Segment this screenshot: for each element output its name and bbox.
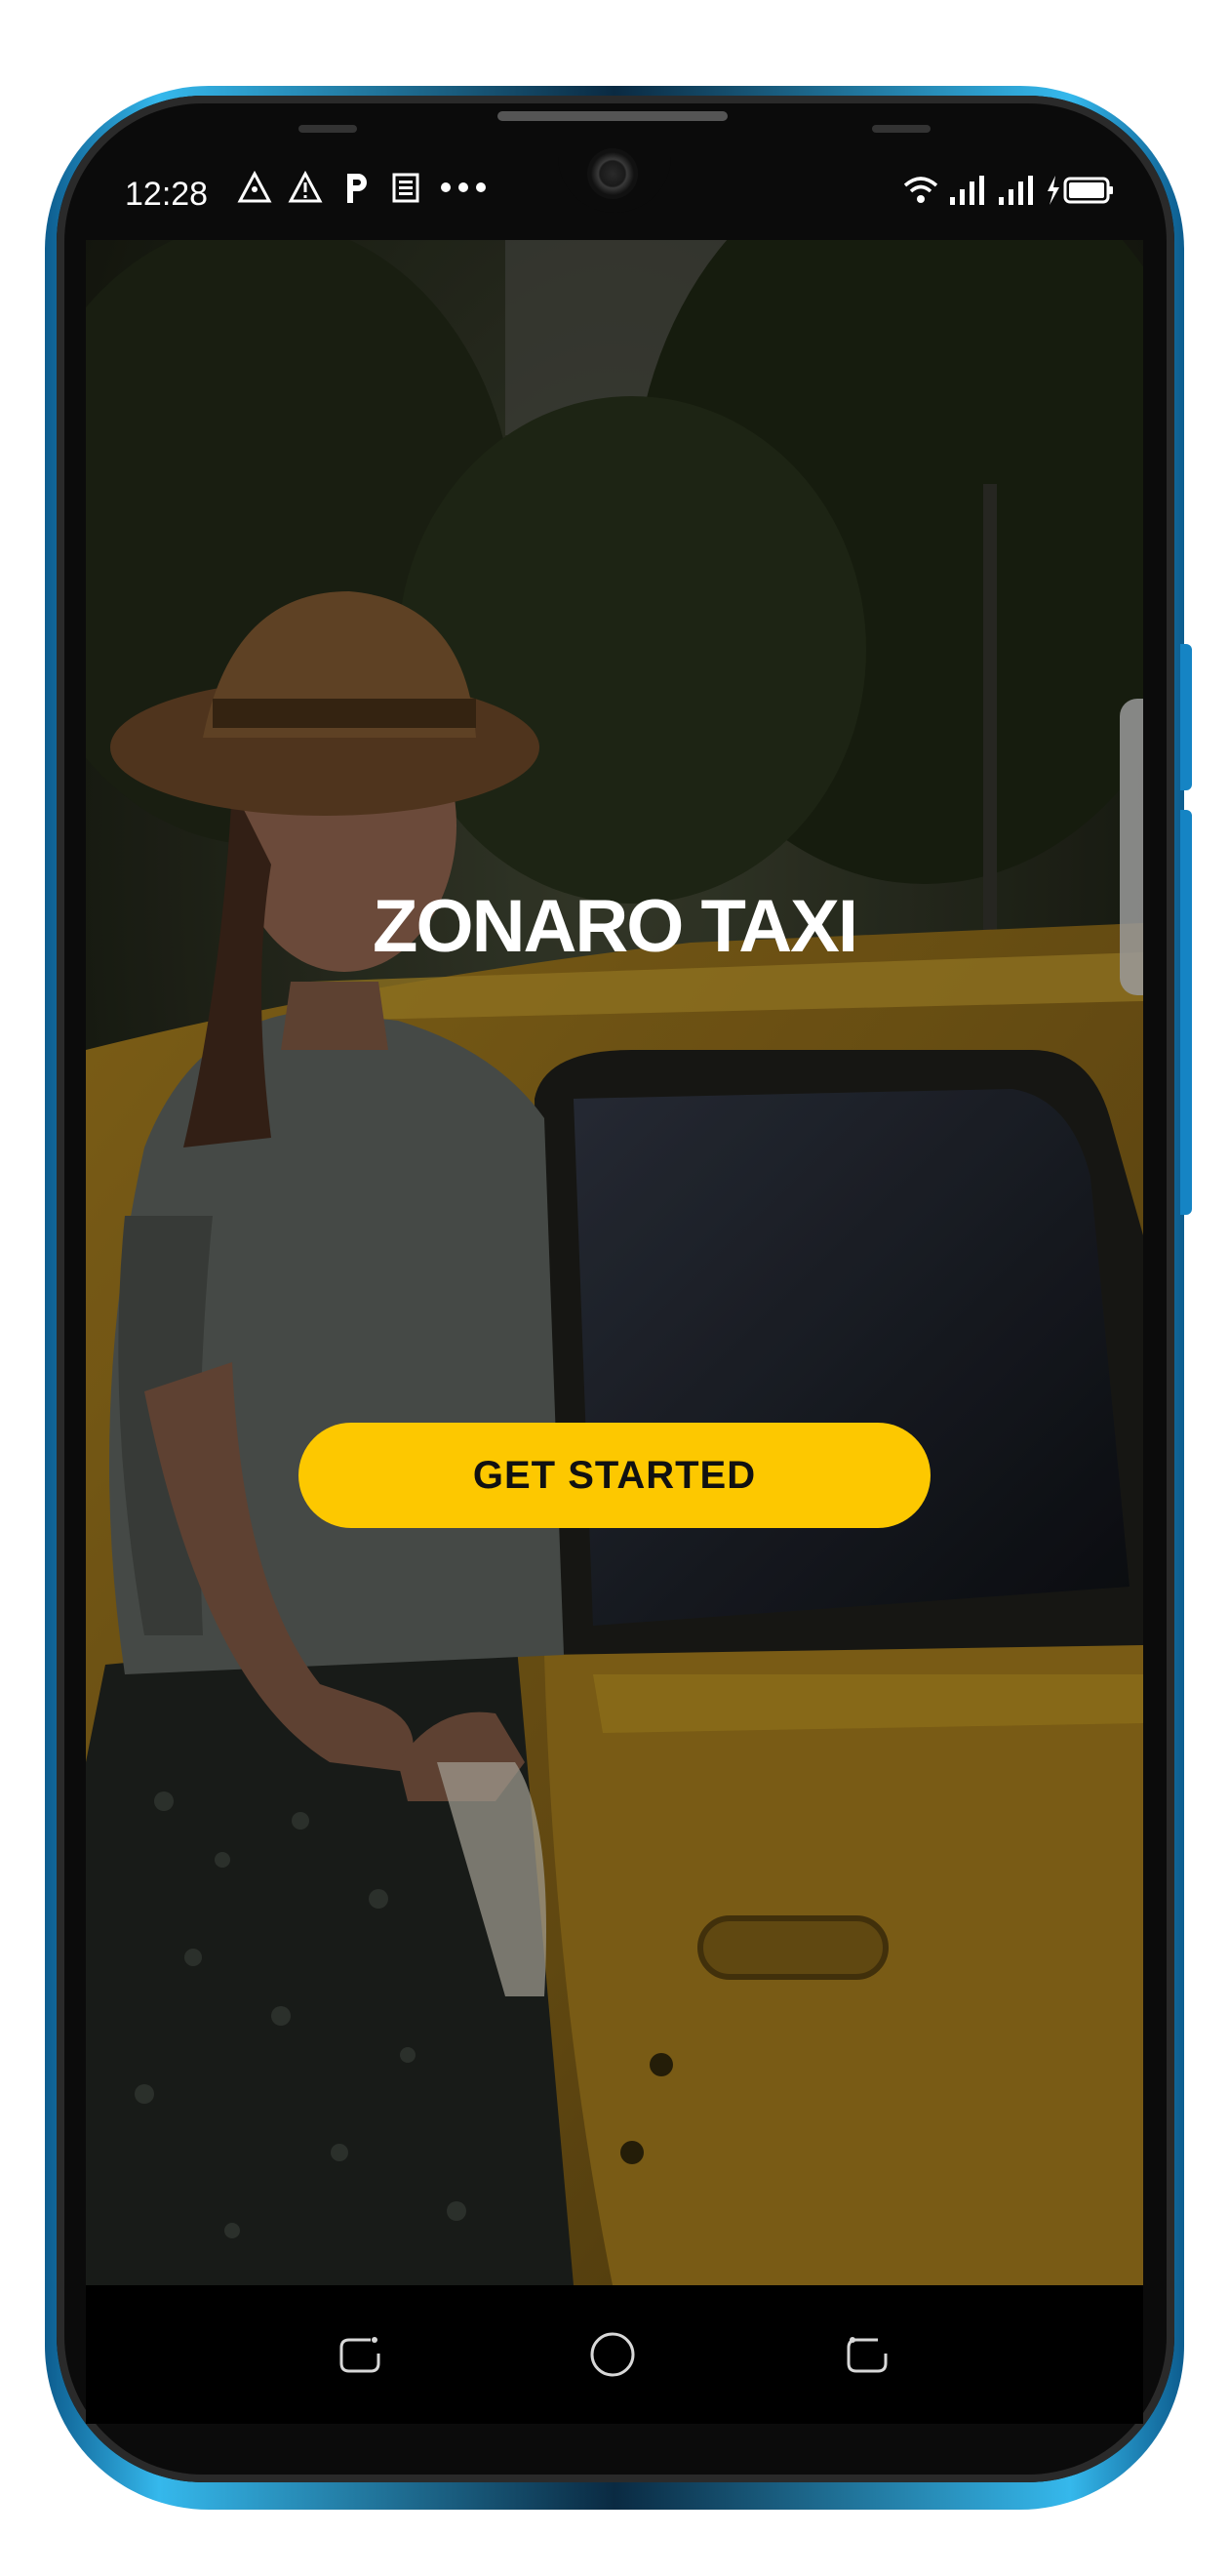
signal-icon [997, 174, 1036, 216]
navigation-bar [86, 2285, 1143, 2424]
earpiece-speaker [497, 111, 728, 121]
back-icon[interactable] [843, 2330, 892, 2379]
parking-icon [336, 170, 377, 211]
triangle-warning-outline-icon [234, 170, 275, 211]
recent-apps-icon[interactable] [336, 2330, 384, 2379]
front-camera [587, 148, 638, 199]
status-notification-icons [234, 170, 486, 211]
volume-up-key [1180, 644, 1192, 790]
splash-screen: ZONARO TAXI GET STARTED [86, 240, 1143, 2285]
charging-battery-icon [1046, 174, 1116, 216]
status-system-icons [903, 174, 1116, 216]
signal-icon [948, 174, 987, 216]
volume-down-key [1180, 810, 1192, 1083]
dark-overlay [86, 240, 1143, 2285]
light-sensor [872, 125, 931, 133]
wifi-icon [903, 174, 938, 216]
proximity-sensor [298, 125, 357, 133]
more-dots-icon [437, 170, 486, 211]
warning-icon [285, 170, 326, 211]
get-started-button[interactable]: GET STARTED [298, 1423, 931, 1528]
news-icon [386, 170, 427, 211]
app-title: ZONARO TAXI [373, 885, 858, 968]
home-icon[interactable] [588, 2330, 637, 2379]
status-time: 12:28 [125, 176, 209, 213]
power-key [1180, 1068, 1192, 1215]
edge-panel-handle[interactable] [1120, 699, 1143, 995]
